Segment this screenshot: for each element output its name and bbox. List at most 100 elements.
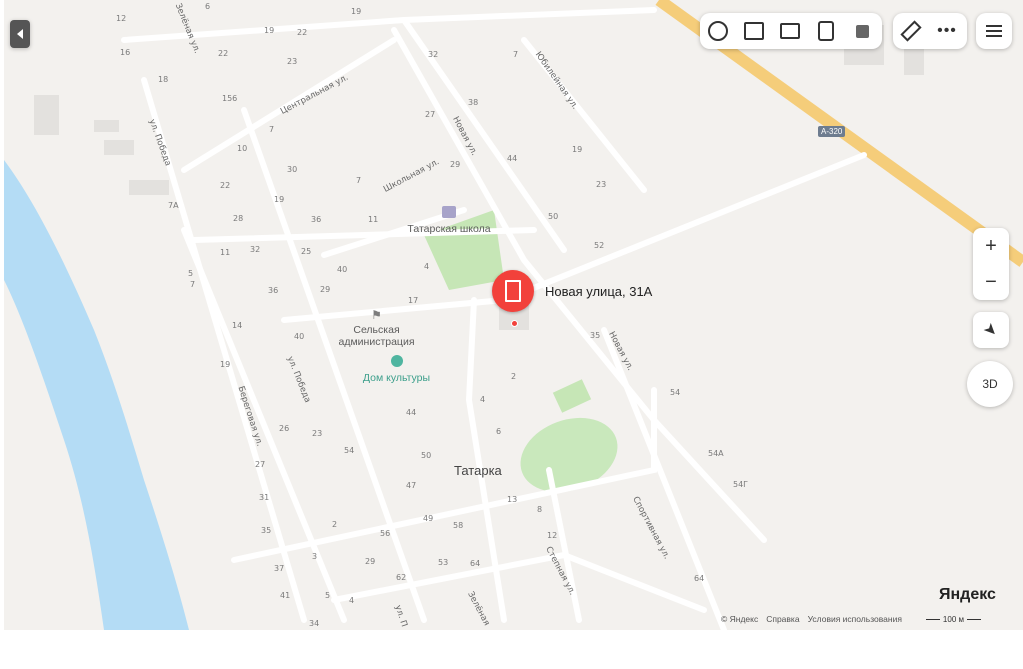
house-number: 35 bbox=[261, 526, 272, 535]
yandex-logo: Яндекс bbox=[939, 586, 996, 603]
house-number: 27 bbox=[425, 110, 436, 119]
terms-link[interactable]: Условия использования bbox=[808, 614, 902, 624]
house-number: 62 bbox=[396, 573, 407, 582]
locate-button[interactable]: ➤ bbox=[973, 312, 1009, 348]
locate-arrow-icon: ➤ bbox=[979, 319, 1002, 342]
house-number: 18 bbox=[158, 75, 169, 84]
house-number: 64 bbox=[470, 559, 481, 568]
house-number: 58 bbox=[453, 521, 464, 530]
building-icon bbox=[505, 280, 521, 302]
school-poi[interactable]: Татарская школа bbox=[399, 205, 499, 235]
selected-place-marker[interactable] bbox=[492, 270, 534, 312]
house-number: 31 bbox=[259, 493, 270, 502]
house-number: 4 bbox=[480, 395, 486, 404]
house-number: 11 bbox=[220, 248, 231, 257]
theater-icon bbox=[390, 355, 403, 367]
house-number: 5 bbox=[188, 269, 194, 278]
house-number: 26 bbox=[279, 424, 290, 433]
house-number: 27 bbox=[255, 460, 266, 469]
copyright[interactable]: © Яндекс bbox=[721, 614, 758, 624]
layers-icon bbox=[708, 21, 728, 41]
house-number: 32 bbox=[250, 245, 261, 254]
highway-badge: А-320 bbox=[818, 126, 846, 137]
house-number: 52 bbox=[594, 241, 605, 250]
house-number: 32 bbox=[428, 50, 439, 59]
school-icon bbox=[442, 206, 456, 218]
collapse-arrow-icon bbox=[17, 29, 23, 39]
house-number: 47 bbox=[406, 481, 417, 490]
more-icon: ••• bbox=[937, 22, 957, 39]
house-number: 29 bbox=[450, 160, 461, 169]
house-number: 54Г bbox=[733, 480, 749, 489]
house-number: 19 bbox=[264, 26, 275, 35]
house-number: 44 bbox=[406, 408, 417, 417]
collapse-button[interactable] bbox=[10, 20, 30, 48]
transit-button[interactable] bbox=[808, 13, 844, 49]
marker-label: Новая улица, 31А bbox=[545, 284, 653, 299]
house-number: 37 bbox=[274, 564, 285, 573]
house-number: 13 bbox=[507, 495, 518, 504]
menu-button[interactable] bbox=[976, 13, 1012, 49]
school-label: Татарская школа bbox=[407, 223, 491, 235]
panorama-button[interactable] bbox=[736, 13, 772, 49]
house-number: 12 bbox=[547, 531, 558, 540]
house-number: 56 bbox=[380, 529, 391, 538]
help-link[interactable]: Справка bbox=[766, 614, 799, 624]
house-number: 16 bbox=[120, 48, 131, 57]
house-number: 19 bbox=[220, 360, 231, 369]
house-number: 5 bbox=[325, 591, 331, 600]
layers-button[interactable] bbox=[700, 13, 736, 49]
ruler-button[interactable] bbox=[893, 13, 929, 49]
house-number: 22 bbox=[220, 181, 231, 190]
map-canvas[interactable]: Зелёная ул. Центральная ул. ул. Победа у… bbox=[4, 0, 1023, 630]
ruler-icon bbox=[900, 20, 922, 42]
scale-label: 100 м bbox=[942, 614, 964, 624]
admin-poi[interactable]: ⚑ Сельская администрация bbox=[329, 306, 424, 348]
view-3d-button[interactable]: 3D bbox=[967, 361, 1013, 407]
house-number: 36 bbox=[311, 215, 322, 224]
house-number: 35 bbox=[590, 331, 601, 340]
admin-label: Сельская администрация bbox=[338, 324, 415, 348]
camera-icon bbox=[780, 23, 800, 39]
house-number: 7 bbox=[269, 125, 275, 134]
house-number: 40 bbox=[294, 332, 305, 341]
layers-toolbar bbox=[700, 13, 882, 49]
house-number: 50 bbox=[421, 451, 432, 460]
house-number: 8 bbox=[537, 505, 543, 514]
house-number: 40 bbox=[337, 265, 348, 274]
scale-line-left bbox=[925, 618, 940, 620]
map-roads bbox=[4, 0, 1023, 630]
house-number: 156 bbox=[222, 94, 238, 103]
tools-toolbar: ••• bbox=[893, 13, 967, 49]
marker-pin-dot bbox=[511, 320, 518, 327]
zoom-out-button[interactable]: − bbox=[973, 264, 1009, 300]
house-number: 17 bbox=[408, 296, 419, 305]
more-button[interactable]: ••• bbox=[929, 13, 965, 49]
house-number: 28 bbox=[233, 214, 244, 223]
house-number: 22 bbox=[218, 49, 229, 58]
house-number: 23 bbox=[312, 429, 323, 438]
house-number: 44 bbox=[507, 154, 518, 163]
house-number: 22 bbox=[297, 28, 308, 37]
house-number: 19 bbox=[274, 195, 285, 204]
house-number: 54A bbox=[708, 449, 724, 458]
house-number: 19 bbox=[351, 7, 362, 16]
flag-icon: ⚑ bbox=[371, 308, 382, 322]
house-number: 36 bbox=[268, 286, 279, 295]
traffic-button[interactable] bbox=[844, 13, 880, 49]
house-number: 4 bbox=[424, 262, 430, 271]
house-number: 6 bbox=[496, 427, 502, 436]
zoom-in-button[interactable]: + bbox=[973, 228, 1009, 264]
traffic-icon bbox=[855, 24, 869, 38]
house-number: 34 bbox=[309, 619, 320, 628]
house-number: 3 bbox=[312, 552, 318, 561]
house-number: 29 bbox=[320, 285, 331, 294]
culture-poi[interactable]: Дом культуры bbox=[349, 354, 444, 384]
house-number: 7 bbox=[356, 176, 362, 185]
house-number: 7A bbox=[168, 201, 179, 210]
photo-button[interactable] bbox=[772, 13, 808, 49]
menu-icon bbox=[986, 30, 1002, 32]
house-number: 41 bbox=[280, 591, 291, 600]
house-number: 23 bbox=[287, 57, 298, 66]
locality-label: Татарка bbox=[454, 463, 502, 478]
